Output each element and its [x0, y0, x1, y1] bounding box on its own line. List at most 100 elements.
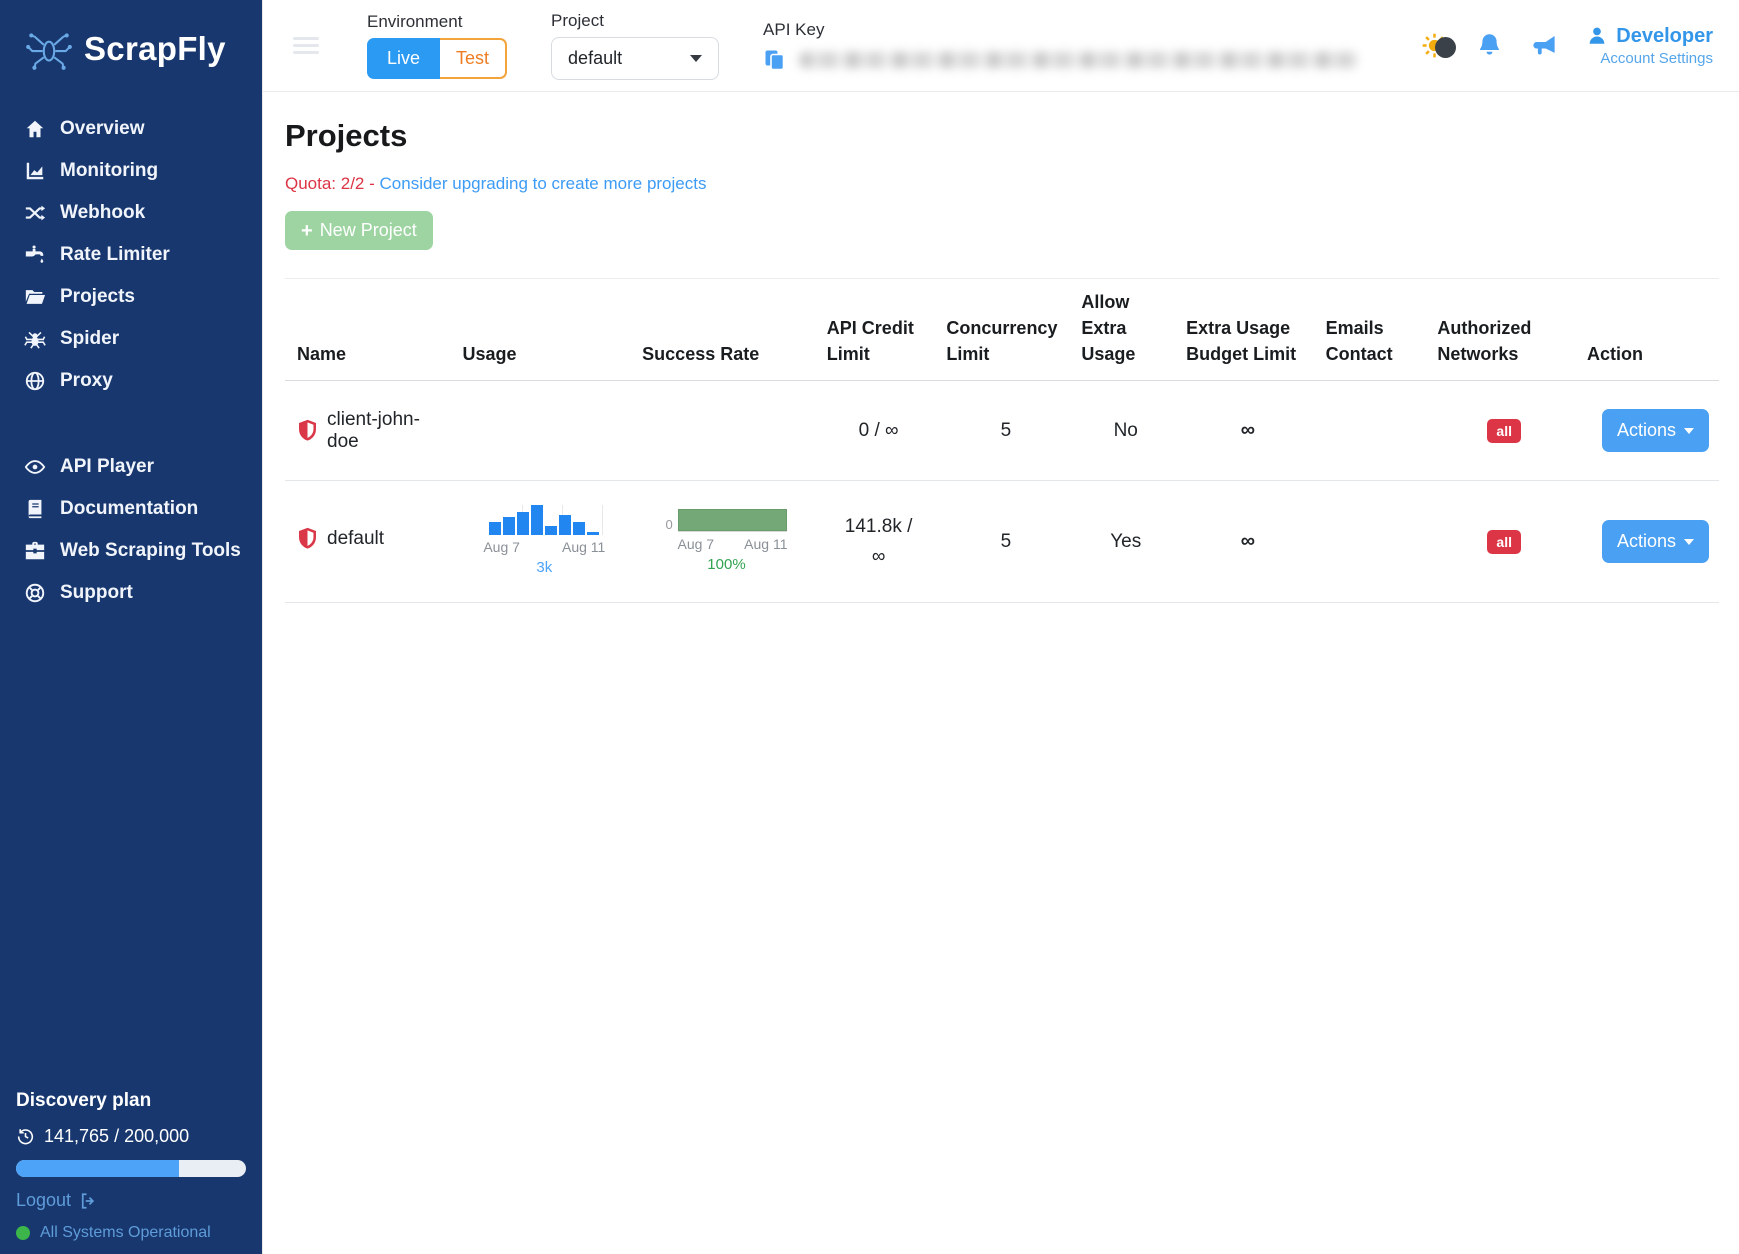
account-settings-label: Account Settings	[1600, 50, 1713, 67]
sidebar-item-support[interactable]: Support	[0, 572, 262, 614]
notifications-button[interactable]	[1476, 32, 1503, 59]
page-title: Projects	[285, 118, 1719, 154]
sidebar-item-documentation[interactable]: Documentation	[0, 488, 262, 530]
sidebar-item-overview[interactable]: Overview	[0, 108, 262, 150]
sidebar-item-label: Spider	[60, 328, 119, 350]
success-rate-fill	[678, 509, 788, 531]
usage-total-label: 3k	[483, 559, 605, 576]
sidebar-item-label: Monitoring	[60, 160, 158, 182]
faucet-icon	[24, 244, 46, 266]
usage-cell	[455, 381, 635, 481]
network-badge: all	[1487, 419, 1521, 443]
sidebar-item-label: Webhook	[60, 202, 145, 224]
environment-test-button[interactable]: Test	[440, 38, 507, 79]
spider-logo-icon	[24, 24, 74, 74]
col-header-authorized-networks: Authorized Networks	[1429, 279, 1579, 381]
plan-panel: Discovery plan 141,765 / 200,000 Logout …	[0, 1090, 262, 1254]
history-icon	[16, 1127, 35, 1146]
logout-label: Logout	[16, 1190, 71, 1211]
logout-link[interactable]: Logout	[16, 1190, 246, 1211]
projects-table: Name Usage Success Rate API Credit Limit…	[285, 278, 1719, 603]
sidebar-item-webhook[interactable]: Webhook	[0, 192, 262, 234]
plus-icon: +	[301, 221, 313, 241]
sidebar-item-proxy[interactable]: Proxy	[0, 360, 262, 402]
col-header-usage: Usage	[455, 279, 635, 381]
scrapfly-logo[interactable]: ScrapFly	[0, 0, 262, 74]
account-menu[interactable]: Developer Account Settings	[1586, 25, 1713, 67]
col-header-api-credit-limit: API Credit Limit	[819, 279, 939, 381]
copy-icon[interactable]	[763, 48, 787, 72]
sidebar-item-rate-limiter[interactable]: Rate Limiter	[0, 234, 262, 276]
eye-icon	[24, 456, 46, 478]
book-icon	[24, 498, 46, 520]
bell-icon	[1476, 32, 1503, 59]
quota-line: Quota: 2/2 - Consider upgrading to creat…	[285, 174, 1719, 194]
api-key-label: API Key	[763, 20, 1377, 40]
announcements-button[interactable]	[1531, 32, 1558, 59]
project-label: Project	[551, 11, 719, 31]
chevron-down-icon	[1684, 539, 1694, 545]
usage-bars	[483, 505, 605, 535]
col-header-allow-extra-usage: Allow Extra Usage	[1073, 279, 1178, 381]
actions-dropdown-button[interactable]: Actions	[1602, 520, 1709, 563]
spider-icon	[24, 328, 46, 350]
globe-icon	[24, 370, 46, 392]
moon-icon	[1435, 37, 1456, 58]
user-icon	[1586, 25, 1608, 47]
sidebar: ScrapFly Overview Monitoring Webhook Rat…	[0, 0, 262, 1254]
plan-progress-fill	[16, 1160, 179, 1177]
system-status-link[interactable]: All Systems Operational	[16, 1224, 246, 1242]
actions-dropdown-button[interactable]: Actions	[1602, 409, 1709, 452]
life-ring-icon	[24, 582, 46, 604]
api-key-group: API Key	[763, 20, 1377, 72]
sidebar-item-monitoring[interactable]: Monitoring	[0, 150, 262, 192]
sidebar-item-projects[interactable]: Projects	[0, 276, 262, 318]
extra-usage-budget-cell: ∞	[1178, 381, 1318, 481]
project-group: Project default	[551, 11, 719, 80]
chart-area-icon	[24, 160, 46, 182]
col-header-name: Name	[285, 279, 455, 381]
megaphone-icon	[1531, 32, 1558, 59]
hamburger-menu-button[interactable]	[289, 33, 323, 58]
environment-group: Environment Live Test	[367, 12, 507, 79]
x-axis-end-label: Aug 11	[562, 539, 605, 555]
sidebar-item-spider[interactable]: Spider	[0, 318, 262, 360]
sidebar-item-label: Web Scraping Tools	[60, 540, 241, 562]
x-axis-start-label: Aug 7	[483, 539, 520, 555]
home-icon	[24, 118, 46, 140]
topbar: Environment Live Test Project default AP…	[263, 0, 1739, 92]
success-rate-cell: 0 Aug 7 Aug 11 100%	[634, 481, 819, 603]
allow-extra-usage-cell: Yes	[1073, 481, 1178, 603]
sidebar-item-web-scraping-tools[interactable]: Web Scraping Tools	[0, 530, 262, 572]
sidebar-item-label: Proxy	[60, 370, 113, 392]
upgrade-link[interactable]: Consider upgrading to create more projec…	[380, 174, 707, 193]
table-header-row: Name Usage Success Rate API Credit Limit…	[285, 279, 1719, 381]
sidebar-item-api-player[interactable]: API Player	[0, 446, 262, 488]
project-selected-value: default	[568, 48, 622, 69]
project-select[interactable]: default	[551, 37, 719, 80]
network-badge: all	[1487, 530, 1521, 554]
col-header-emails-contact: Emails Contact	[1318, 279, 1430, 381]
brand-name: ScrapFly	[84, 30, 226, 68]
x-axis-end-label: Aug 11	[744, 536, 787, 552]
new-project-button[interactable]: + New Project	[285, 211, 433, 250]
environment-live-button[interactable]: Live	[367, 38, 440, 79]
environment-toggle: Live Test	[367, 38, 507, 79]
sidebar-item-label: Documentation	[60, 498, 198, 520]
main-area: Environment Live Test Project default AP…	[262, 0, 1739, 1254]
plan-usage-value: 141,765 / 200,000	[44, 1126, 189, 1147]
project-name: default	[327, 528, 384, 550]
sidebar-nav-primary: Overview Monitoring Webhook Rate Limiter…	[0, 108, 262, 402]
topbar-icons: Developer Account Settings	[1421, 25, 1713, 67]
col-header-concurrency-limit: Concurrency Limit	[938, 279, 1073, 381]
sidebar-item-label: Projects	[60, 286, 135, 308]
emails-contact-cell	[1318, 381, 1430, 481]
col-header-extra-usage-budget-limit: Extra Usage Budget Limit	[1178, 279, 1318, 381]
api-key-value-blurred	[799, 52, 1359, 68]
success-rate-label: 100%	[665, 556, 787, 573]
theme-toggle-button[interactable]	[1421, 32, 1448, 59]
sidebar-item-label: Overview	[60, 118, 145, 140]
usage-cell: Aug 7 Aug 11 3k	[455, 481, 635, 603]
plan-progress-bar	[16, 1160, 246, 1177]
environment-label: Environment	[367, 12, 507, 32]
